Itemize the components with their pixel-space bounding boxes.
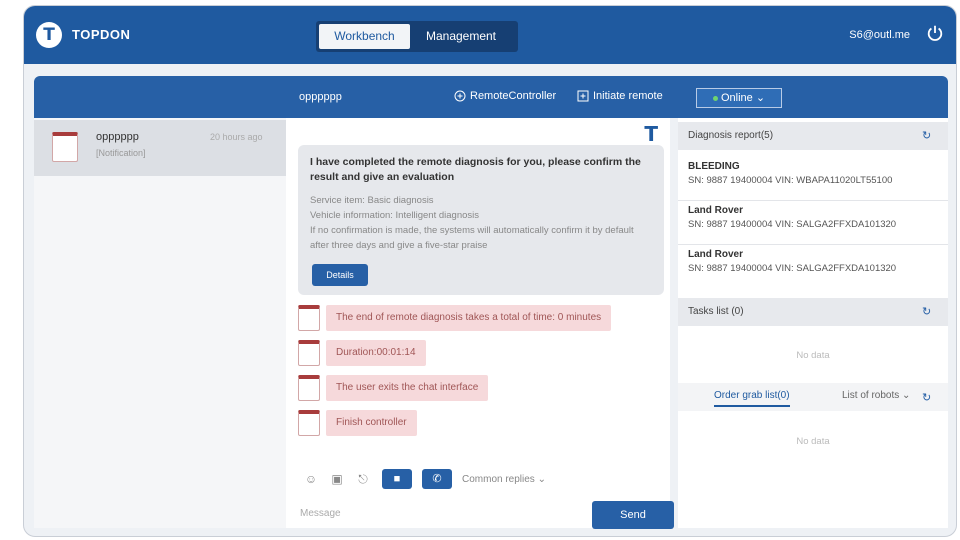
report-vehicle-name: BLEEDING [688, 161, 740, 172]
remote-controller-button[interactable]: RemoteController [454, 90, 556, 102]
report-sn-vin: SN: 9887 19400004 VIN: WBAPA11020LT55100 [688, 175, 893, 186]
tasks-list-title: Tasks list (0) [688, 306, 744, 317]
order-tabs: Order grab list(0) List of robots ⌄ ↻ [678, 383, 948, 411]
diagnosis-report-item[interactable]: BLEEDING SN: 9887 19400004 VIN: WBAPA110… [688, 156, 938, 200]
app-window: T TOPDON Workbench Management S6@outl.me… [23, 5, 957, 537]
report-sn-vin: SN: 9887 19400004 VIN: SALGA2FFXDA101320 [688, 219, 897, 230]
video-call-button[interactable]: ■ [382, 469, 412, 489]
conversation-time: 20 hours ago [210, 132, 263, 142]
confirmation-note: If no confirmation is made, the systems … [310, 225, 634, 251]
conversation-title: opppppp [299, 91, 342, 103]
attachment-icon[interactable]: ⎋ [356, 472, 370, 486]
video-camera-icon: ■ [393, 473, 401, 485]
initiate-remote-button[interactable]: Initiate remote [577, 90, 663, 102]
avatar [298, 410, 320, 436]
message-bubble: The end of remote diagnosis takes a tota… [326, 305, 612, 331]
tasks-list-header: Tasks list (0) ↻ [678, 298, 948, 326]
conversation-item[interactable]: opppppp [Notification] 20 hours ago [34, 120, 286, 176]
report-vehicle-name: Land Rover [688, 205, 744, 216]
emoji-icon[interactable]: ☺ [304, 472, 318, 486]
chat-toolbar: ☺ ▣ ⎋ ■ ✆ Common replies ⌄ [304, 468, 546, 490]
initiate-remote-icon [577, 90, 589, 102]
report-sn-vin: SN: 9887 19400004 VIN: SALGA2FFXDA101320 [688, 263, 897, 274]
topdon-logo-icon: T [36, 22, 62, 48]
chevron-down-icon: ⌄ [902, 390, 911, 401]
online-status-dropdown[interactable]: Online ⌄ [696, 88, 782, 108]
report-vehicle-name: Land Rover [688, 249, 744, 260]
tab-list-of-robots[interactable]: List of robots ⌄ [842, 390, 910, 401]
initiate-remote-label: Initiate remote [593, 90, 663, 102]
service-item: Service item: Basic diagnosis [310, 195, 434, 206]
message-bubble: Duration:00:01:14 [326, 340, 426, 366]
refresh-icon[interactable]: ↻ [922, 129, 934, 142]
tab-order-grab-list[interactable]: Order grab list(0) [714, 390, 790, 407]
avatar [298, 340, 320, 366]
online-dot-icon [712, 95, 718, 101]
vehicle-information: Vehicle information: Intelligent diagnos… [310, 210, 479, 221]
conversation-name: opppppp [96, 131, 139, 143]
message-input[interactable]: Message [300, 508, 341, 519]
remote-controller-icon [454, 90, 466, 102]
common-replies-dropdown[interactable]: Common replies ⌄ [462, 474, 546, 485]
brand-name: TOPDON [72, 27, 131, 42]
robots-tab-label: List of robots [842, 390, 900, 401]
message-bubble: The user exits the chat interface [326, 375, 489, 401]
remote-controller-label: RemoteController [470, 90, 557, 102]
refresh-icon[interactable]: ↻ [922, 305, 934, 318]
chat-panel: T I have completed the remote diagnosis … [286, 118, 674, 529]
card-title: I have completed the remote diagnosis fo… [310, 156, 641, 183]
voice-call-button[interactable]: ✆ [422, 469, 452, 489]
conversation-subtitle: [Notification] [96, 148, 146, 158]
power-icon[interactable] [926, 24, 944, 42]
tasks-empty-state: No data [796, 350, 830, 361]
common-replies-label: Common replies [462, 473, 535, 485]
avatar [52, 132, 78, 162]
order-empty-state: No data [796, 436, 830, 447]
diagnosis-report-item[interactable]: Land Rover SN: 9887 19400004 VIN: SALGA2… [688, 200, 938, 244]
diagnosis-complete-card: I have completed the remote diagnosis fo… [298, 145, 664, 295]
status-label: Online [720, 92, 753, 104]
send-button[interactable]: Send [592, 501, 674, 529]
message-bubble: Finish controller [326, 410, 417, 436]
conversation-list: opppppp [Notification] 20 hours ago [34, 118, 286, 528]
tab-management[interactable]: Management [410, 24, 512, 49]
user-account[interactable]: S6@outl.me [849, 29, 910, 41]
workspace-switcher: Workbench Management [316, 21, 518, 52]
diagnosis-report-item[interactable]: Land Rover SN: 9887 19400004 VIN: SALGA2… [688, 244, 938, 288]
avatar [298, 305, 320, 331]
refresh-icon[interactable]: ↻ [922, 391, 934, 404]
avatar [298, 375, 320, 401]
phone-icon: ✆ [432, 473, 442, 485]
top-navigation-bar: T TOPDON Workbench Management S6@outl.me [24, 6, 956, 64]
diagnosis-report-header: Diagnosis report(5) ↻ [678, 122, 948, 150]
chevron-down-icon: ⌄ [755, 92, 766, 104]
tab-workbench[interactable]: Workbench [319, 24, 410, 49]
topdon-t-icon: T [644, 122, 658, 146]
details-button[interactable]: Details [312, 264, 368, 286]
diagnosis-report-title: Diagnosis report(5) [688, 130, 774, 141]
conversation-header-bar: opppppp RemoteController Initiate remote… [34, 76, 948, 118]
chevron-down-icon: ⌄ [537, 473, 546, 485]
right-side-panel: Diagnosis report(5) ↻ BLEEDING SN: 9887 … [678, 118, 948, 528]
image-icon[interactable]: ▣ [330, 472, 344, 486]
